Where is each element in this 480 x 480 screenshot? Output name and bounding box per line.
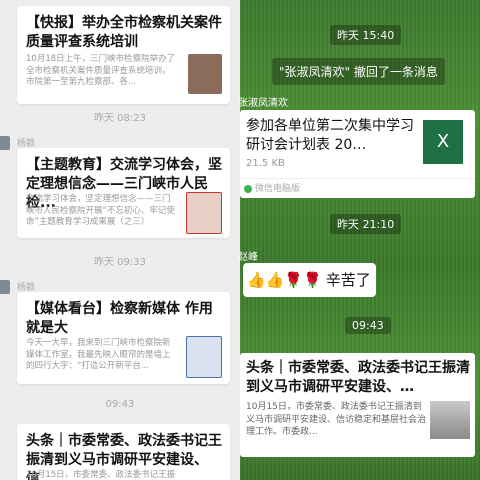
article-title: 头条｜市委常委、政法委书记王振清到义马市调研平安建设、… xyxy=(246,360,470,395)
timestamp: 昨天 15:40 xyxy=(330,25,402,45)
article-card[interactable]: 【媒体看台】检察新媒体 作用就是大 今天一大早，我来到三门峡市检察院新媒体工作室… xyxy=(17,292,230,384)
article-thumbnail xyxy=(186,192,222,234)
source-label: 微信电脑版 xyxy=(255,184,301,194)
left-chat-panel: 【快报】举办全市检察机关案件质量评查系统培训 10月18日上午，三门峡市检察院举… xyxy=(0,0,240,480)
message-text: 辛苦了 xyxy=(325,271,371,289)
text-message-bubble[interactable]: 👍👍🌹🌹 辛苦了 xyxy=(243,263,376,297)
article-card[interactable]: 【主题教育】交流学习体会，坚定理想信念——三门峡市人民检... 交流学习体会，坚… xyxy=(17,148,230,238)
article-title: 【快报】举办全市检察机关案件质量评查系统培训 xyxy=(26,15,222,50)
recall-notice: "张淑凤清欢" 撤回了一条消息 xyxy=(272,58,445,85)
file-title: 参加各单位第二次集中学习研讨会计划表 20… xyxy=(246,118,414,153)
article-desc: 10月15日，市委常委、政法委书记王振清到义马市调研平安建设、信访 xyxy=(26,470,176,480)
timestamp: 昨天 21:10 xyxy=(330,214,402,234)
article-desc: 10月18日上午，三门峡市检察院举办了全市检察机关案件质量评查系统培训，市院第一… xyxy=(26,54,176,87)
file-source: 微信电脑版 xyxy=(240,178,475,199)
timestamp: 昨天 08:23 xyxy=(94,113,146,124)
article-thumbnail xyxy=(430,401,470,439)
article-thumbnail xyxy=(186,336,222,378)
article-title: 【媒体看台】检察新媒体 作用就是大 xyxy=(26,301,213,336)
article-card[interactable]: 头条｜市委常委、政法委书记王振清到义马市调研平安建设、… 10月15日，市委常委… xyxy=(240,353,475,457)
article-thumbnail xyxy=(188,54,222,94)
excel-file-icon: X xyxy=(423,120,463,164)
timestamp: 09:43 xyxy=(105,399,135,410)
sender-name: 赵峰 xyxy=(238,252,258,263)
file-size: 21.5 KB xyxy=(246,158,285,169)
article-desc: 交流学习体会，坚定理想信念——三门峡市人民检察院开展“不忘初心、牢记使命”主题教… xyxy=(26,194,175,227)
avatar[interactable] xyxy=(0,136,10,150)
article-card[interactable]: 【快报】举办全市检察机关案件质量评查系统培训 10月18日上午，三门峡市检察院举… xyxy=(17,6,230,104)
avatar[interactable] xyxy=(0,280,10,294)
wechat-icon xyxy=(244,184,252,193)
article-card[interactable]: 头条｜市委常委、政法委书记王振清到义马市调研平安建设、信... 10月15日，市… xyxy=(17,424,230,480)
article-desc: 10月15日，市委常委、政法委书记王振清到义马市调研平安建设、信访稳定和基层社会… xyxy=(246,402,427,437)
sender-name: 张淑凤清欢 xyxy=(238,98,288,109)
file-message[interactable]: 参加各单位第二次集中学习研讨会计划表 20… 21.5 KB X 微信电脑版 xyxy=(240,110,475,198)
emoji-text: 👍👍🌹🌹 xyxy=(247,271,322,289)
article-desc: 今天一大早，我来到三门峡市检察院新媒体工作室，我最先映入眼帘的是墙上的四行大字：… xyxy=(26,338,171,371)
timestamp: 09:43 xyxy=(345,317,391,334)
timestamp: 昨天 09:33 xyxy=(94,257,146,268)
